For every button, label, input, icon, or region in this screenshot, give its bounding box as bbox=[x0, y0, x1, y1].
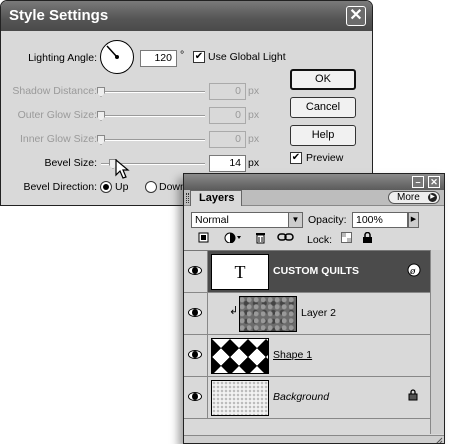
layers-palette: – ✕ Layers More ▶ Normal ▼ Opacity: 100%… bbox=[183, 173, 445, 444]
visibility-toggle[interactable] bbox=[184, 251, 208, 292]
blend-mode-select[interactable]: Normal ▼ bbox=[191, 212, 303, 228]
preview-label: Preview bbox=[306, 152, 344, 164]
eye-icon bbox=[188, 308, 202, 317]
visibility-toggle[interactable] bbox=[184, 335, 208, 376]
lighting-angle-label: Lighting Angle: bbox=[28, 52, 97, 64]
help-button[interactable]: Help bbox=[290, 125, 356, 146]
outer-glow-size-label: Outer Glow Size: bbox=[17, 109, 97, 121]
clipping-mask-icon: ↲ bbox=[229, 305, 239, 317]
bevel-direction-label: Bevel Direction: bbox=[23, 181, 97, 193]
palette-tab-row: Layers More ▶ bbox=[184, 190, 444, 206]
outer-glow-size-thumb bbox=[97, 111, 105, 121]
vertical-scrollbar[interactable] bbox=[430, 250, 444, 434]
ok-button[interactable]: OK bbox=[290, 69, 356, 90]
degree-unit: ° bbox=[180, 49, 185, 61]
more-button[interactable]: More ▶ bbox=[388, 191, 440, 204]
more-label: More bbox=[397, 192, 420, 203]
eye-icon bbox=[188, 392, 202, 401]
lighting-angle-input[interactable]: 120 bbox=[140, 50, 177, 67]
dialog-title: Style Settings bbox=[9, 7, 109, 24]
bevel-up-radio[interactable] bbox=[100, 181, 112, 193]
layer-name: Layer 2 bbox=[301, 307, 337, 319]
trash-icon[interactable] bbox=[253, 232, 267, 247]
cancel-button[interactable]: Cancel bbox=[290, 97, 356, 118]
use-global-light-label: Use Global Light bbox=[208, 51, 286, 63]
outer-glow-size-unit: px bbox=[248, 109, 260, 121]
blend-mode-value: Normal bbox=[195, 214, 229, 226]
svg-text:ø: ø bbox=[409, 267, 416, 277]
tab-layers[interactable]: Layers bbox=[190, 190, 242, 206]
preview-checkbox[interactable]: ✔ bbox=[290, 152, 302, 164]
lock-icon bbox=[408, 389, 418, 404]
layer-list: T CUSTOM QUILTS ø ↲ Layer 2 Shape 1 Back… bbox=[184, 250, 430, 434]
shadow-distance-unit: px bbox=[248, 85, 260, 97]
outer-glow-size-slider bbox=[101, 115, 205, 117]
dialog-title-bar: Style Settings ✕ bbox=[1, 1, 372, 31]
resize-grip-icon[interactable] bbox=[434, 436, 443, 444]
layer-name: Shape 1 bbox=[273, 349, 313, 361]
eye-icon bbox=[188, 266, 202, 275]
lock-transparency-icon[interactable] bbox=[339, 232, 353, 246]
layer-name: CUSTOM QUILTS bbox=[273, 265, 359, 277]
visibility-toggle[interactable] bbox=[184, 377, 208, 418]
close-icon[interactable]: ✕ bbox=[346, 6, 366, 26]
minimize-icon[interactable]: – bbox=[412, 176, 424, 188]
shadow-distance-slider bbox=[101, 91, 205, 93]
layer-row-shape-1[interactable]: Shape 1 bbox=[184, 335, 430, 377]
layer-row-custom-quilts[interactable]: T CUSTOM QUILTS ø bbox=[184, 251, 430, 293]
layer-thumbnail: T bbox=[211, 254, 269, 290]
lock-label: Lock: bbox=[307, 234, 333, 246]
grip-icon[interactable] bbox=[186, 193, 189, 203]
opacity-label: Opacity: bbox=[308, 214, 347, 226]
mouse-pointer-icon bbox=[115, 159, 130, 179]
bevel-up-label: Up bbox=[115, 181, 129, 193]
inner-glow-size-slider bbox=[101, 139, 205, 141]
inner-glow-size-input: 0 bbox=[209, 131, 246, 148]
opacity-slider-arrow-icon[interactable]: ▶ bbox=[408, 212, 419, 228]
bevel-down-label: Down bbox=[159, 181, 186, 193]
layer-row-layer-2[interactable]: ↲ Layer 2 bbox=[184, 293, 430, 335]
visibility-toggle[interactable] bbox=[184, 293, 208, 334]
palette-bottom-bar bbox=[184, 435, 444, 444]
layer-style-icon[interactable] bbox=[224, 232, 242, 246]
layer-thumbnail bbox=[211, 380, 269, 416]
lock-all-icon[interactable] bbox=[360, 231, 374, 247]
more-arrow-icon: ▶ bbox=[428, 193, 437, 202]
inner-glow-size-thumb bbox=[97, 135, 105, 145]
layer-name: Background bbox=[273, 391, 330, 403]
palette-title-bar: – ✕ bbox=[184, 174, 444, 190]
bevel-down-radio[interactable] bbox=[145, 181, 157, 193]
shadow-distance-input: 0 bbox=[209, 83, 246, 100]
layer-thumbnail bbox=[211, 338, 269, 374]
eye-icon bbox=[188, 350, 202, 359]
bevel-size-label: Bevel Size: bbox=[44, 157, 97, 169]
shadow-distance-label: Shadow Distance: bbox=[12, 85, 97, 97]
bevel-size-unit: px bbox=[248, 157, 260, 169]
use-global-light-checkbox[interactable]: ✔ bbox=[193, 51, 205, 63]
outer-glow-size-input: 0 bbox=[209, 107, 246, 124]
inner-glow-size-label: Inner Glow Size: bbox=[19, 133, 97, 145]
bevel-size-input[interactable]: 14 bbox=[209, 155, 246, 172]
lighting-angle-dial[interactable] bbox=[100, 40, 134, 74]
close-icon[interactable]: ✕ bbox=[428, 176, 440, 188]
layer-effects-icon[interactable]: ø bbox=[407, 263, 421, 280]
chevron-down-icon: ▼ bbox=[288, 213, 302, 227]
link-icon[interactable] bbox=[277, 232, 295, 245]
layer-row-background[interactable]: Background bbox=[184, 377, 430, 419]
layer-thumbnail bbox=[239, 296, 297, 332]
opacity-input[interactable]: 100% bbox=[352, 212, 408, 228]
new-fill-layer-icon[interactable] bbox=[196, 232, 210, 246]
inner-glow-size-unit: px bbox=[248, 133, 260, 145]
shadow-distance-thumb bbox=[97, 87, 105, 97]
